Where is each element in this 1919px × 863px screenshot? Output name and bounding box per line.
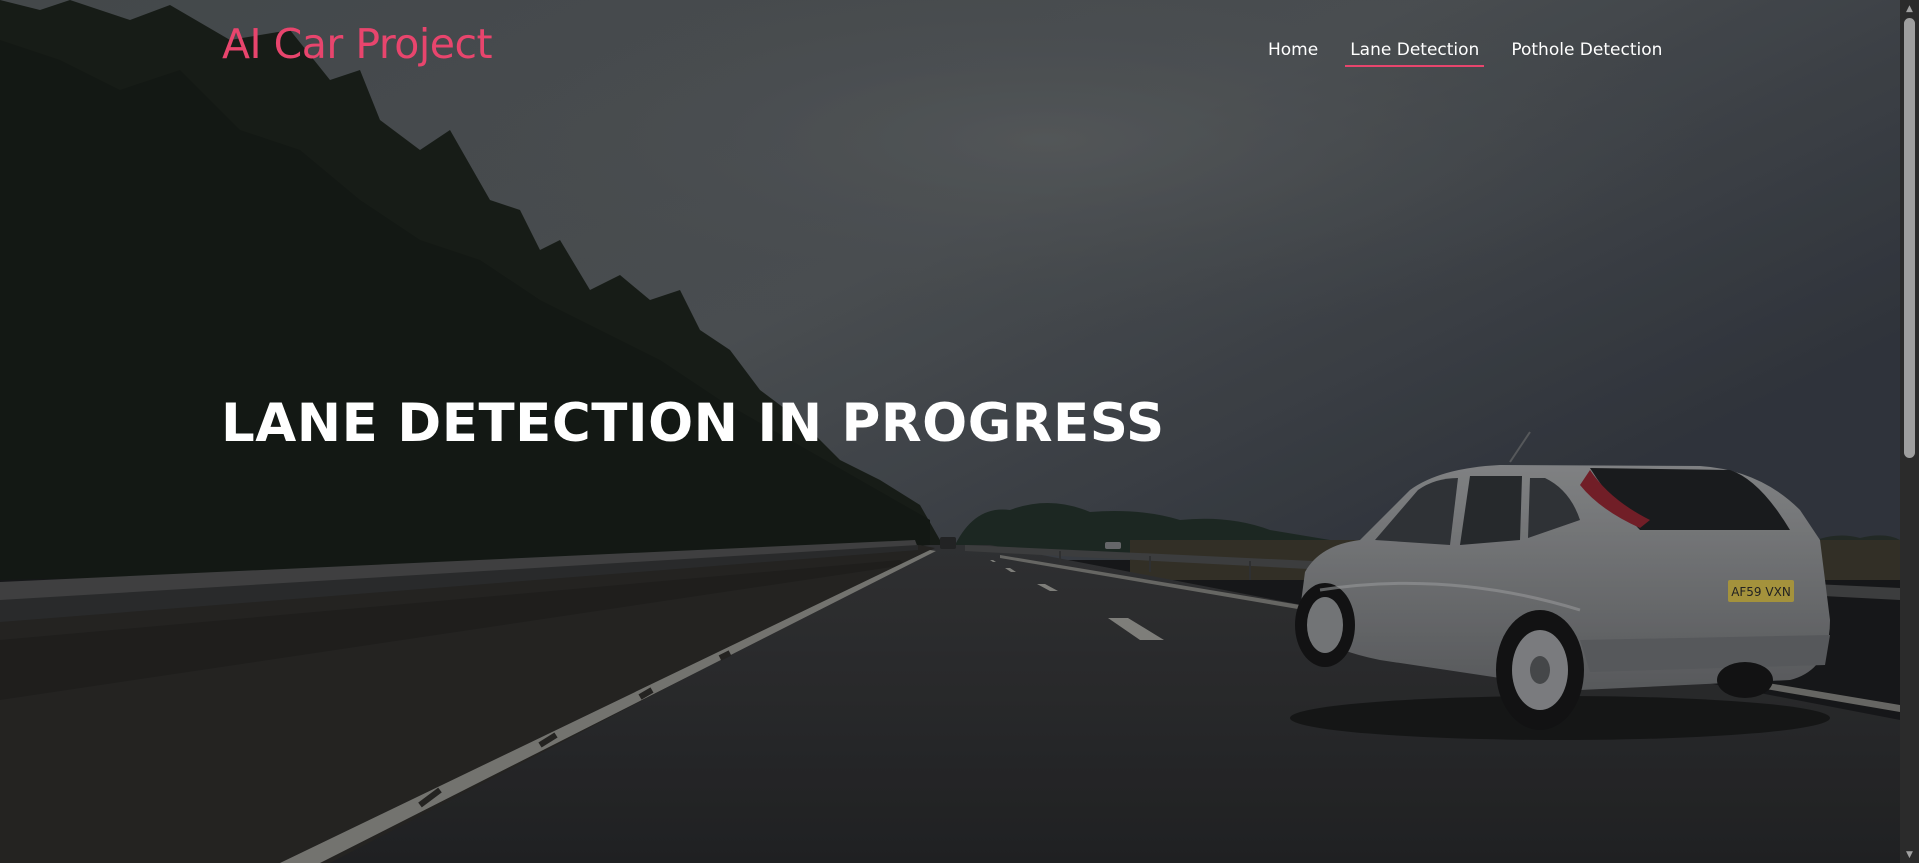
main-nav: Home Lane Detection Pothole Detection <box>1252 34 1678 70</box>
site-header: AI Car Project Home Lane Detection Potho… <box>0 0 1900 100</box>
hero-title: LANE DETECTION IN PROGRESS <box>221 393 1165 454</box>
page-scrollbar[interactable]: ▲ ▼ <box>1900 0 1919 863</box>
brand-logo-link[interactable]: AI Car Project <box>222 20 493 68</box>
nav-link-lane-detection[interactable]: Lane Detection <box>1334 34 1495 70</box>
nav-link-pothole-detection[interactable]: Pothole Detection <box>1495 34 1678 70</box>
nav-link-home[interactable]: Home <box>1252 34 1334 70</box>
scrollbar-thumb[interactable] <box>1904 18 1915 458</box>
license-plate-text: AF59 VXN <box>1731 585 1791 599</box>
scroll-down-arrow-icon[interactable]: ▼ <box>1900 846 1919 863</box>
page-viewport: AF59 VXN AI Car Project Home Lane Detect… <box>0 0 1900 863</box>
scroll-up-arrow-icon[interactable]: ▲ <box>1900 0 1919 17</box>
